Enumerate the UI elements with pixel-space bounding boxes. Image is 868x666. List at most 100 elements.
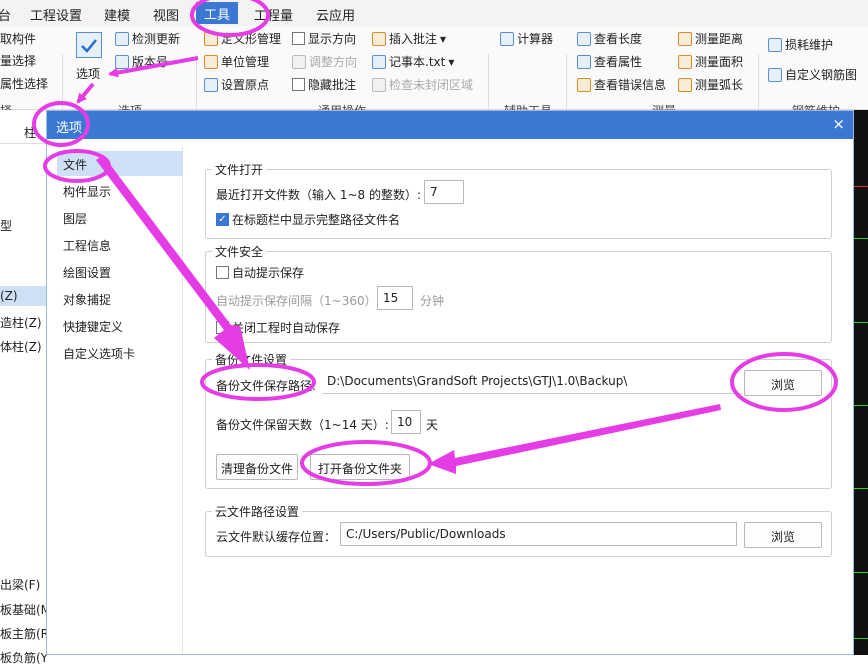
options-dialog: 选项 × 文件 构件显示 图层 工程信息 绘图设置 对象捕捉 快捷键定义 自定义… — [46, 110, 854, 655]
notepad-button[interactable]: 记事本.txt ▾ — [372, 53, 454, 70]
chevron-down-icon: ▾ — [448, 54, 455, 69]
menu-item-quantity[interactable]: 工程量 — [254, 5, 293, 24]
group-title: 文件打开 — [212, 161, 267, 178]
nav-item-component-display[interactable]: 构件显示 — [57, 178, 183, 203]
show-full-path-checkbox[interactable]: ✓ 在标题栏中显示完整路径文件名 — [216, 211, 400, 228]
group-title: 云文件路径设置 — [212, 503, 303, 520]
check-update-button[interactable]: 检测更新 — [115, 30, 180, 47]
notepad-icon — [372, 54, 386, 69]
keep-days-label: 备份文件保留天数（1~14 天）: — [216, 418, 389, 432]
backup-path-label: 备份文件保存路径: — [216, 379, 317, 393]
adjust-icon — [292, 54, 306, 69]
origin-icon — [204, 77, 218, 92]
close-icon[interactable]: × — [832, 115, 845, 133]
view-attribute-button[interactable]: 查看属性 — [577, 53, 642, 70]
auto-save-on-close-checkbox[interactable]: 关闭工程时自动保存 — [216, 319, 340, 336]
attribute-select-button[interactable]: 属性选择 — [0, 75, 48, 92]
batch-select-button[interactable]: 量选择 — [0, 52, 36, 69]
dialog-title-bar[interactable]: 选项 × — [47, 111, 853, 139]
browse-cloud-button[interactable]: 浏览 — [744, 522, 822, 548]
set-origin-button[interactable]: 设置原点 — [204, 76, 269, 93]
list-item[interactable]: 型 — [0, 217, 12, 234]
menu-item-tools[interactable]: 工具 — [196, 2, 239, 24]
list-item[interactable]: 出梁(F) — [0, 576, 40, 593]
group-file-open: 文件打开 最近打开文件数（输入 1~8 的整数）: 7 ✓ 在标题栏中显示完整路径… — [205, 161, 832, 239]
distance-icon — [678, 31, 692, 46]
unit-manage-button[interactable]: 单位管理 — [204, 53, 269, 70]
group-file-security: 文件安全 自动提示保存 自动提示保存间隔（1~360） 15 分钟 关闭工程时自… — [205, 243, 832, 343]
measure-arc-button[interactable]: 测量弧长 — [678, 76, 743, 93]
arc-icon — [678, 77, 692, 92]
keep-days-input[interactable]: 10 — [391, 410, 421, 434]
menu-item-modeling[interactable]: 建模 — [104, 5, 130, 24]
list-item[interactable]: (Z) — [0, 289, 18, 303]
check-unclosed-button[interactable]: 检查未封闭区域 — [372, 76, 473, 93]
nav-item-drawing-settings[interactable]: 绘图设置 — [57, 259, 183, 284]
nav-item-layer[interactable]: 图层 — [57, 205, 183, 230]
options-nav: 文件 构件显示 图层 工程信息 绘图设置 对象捕捉 快捷键定义 自定义选项卡 — [57, 147, 183, 653]
hide-annotation-checkbox[interactable]: 隐藏批注 — [292, 76, 356, 93]
nav-item-file[interactable]: 文件 — [57, 151, 183, 176]
list-item[interactable]: 板负筋(Y — [0, 649, 48, 666]
loss-icon — [768, 37, 782, 52]
checkmark-icon: ✓ — [216, 213, 229, 226]
measure-area-button[interactable]: 测量面积 — [678, 53, 743, 70]
calculator-button[interactable]: 计算器 — [500, 30, 553, 47]
recent-files-input[interactable]: 7 — [424, 180, 464, 204]
measure-distance-button[interactable]: 测量距离 — [678, 30, 743, 47]
group-cloud: 云文件路径设置 云文件默认缓存位置： C:/Users/Public/Downl… — [205, 503, 832, 557]
save-interval-label: 自动提示保存间隔（1~360） — [216, 294, 377, 308]
component-panel: 柱 型 (Z) 造柱(Z) 体柱(Z) 出梁(F) 板基础(M 板主筋(R) 板… — [0, 110, 54, 665]
nav-item-shortcut[interactable]: 快捷键定义 — [57, 313, 183, 338]
area-icon — [678, 54, 692, 69]
calculator-icon — [500, 31, 514, 46]
panel-text: 柱 — [24, 126, 37, 140]
shape-icon — [204, 31, 218, 46]
nav-item-project-info[interactable]: 工程信息 — [57, 232, 183, 257]
view-error-button[interactable]: 查看错误信息 — [577, 76, 666, 93]
list-item[interactable]: 体柱(Z) — [0, 338, 42, 355]
group-backup: 备份文件设置 备份文件保存路径: D:\Documents\GrandSoft … — [205, 351, 832, 489]
ribbon: 取构件 量选择 属性选择 择 选项 检测更新 版本号 选项 定义形管理 单位管理… — [0, 26, 868, 132]
nav-item-object-snap[interactable]: 对象捕捉 — [57, 286, 183, 311]
menu-item-project-settings[interactable]: 工程设置 — [30, 5, 82, 24]
show-direction-checkbox[interactable]: 显示方向 — [292, 30, 356, 47]
cloud-cache-input[interactable]: C:/Users/Public/Downloads — [340, 522, 737, 546]
nav-item-custom-tab[interactable]: 自定义选项卡 — [57, 340, 183, 365]
save-interval-input[interactable]: 15 — [377, 286, 413, 310]
interval-unit: 分钟 — [420, 294, 445, 308]
cloud-cache-label: 云文件默认缓存位置： — [216, 530, 337, 544]
error-icon — [577, 77, 591, 92]
clear-backup-button[interactable]: 清理备份文件 — [216, 454, 298, 480]
browse-backup-button[interactable]: 浏览 — [744, 370, 822, 396]
group-title: 文件安全 — [212, 243, 267, 260]
recent-files-label: 最近打开文件数（输入 1~8 的整数）: — [216, 188, 421, 202]
pick-component-button[interactable]: 取构件 — [0, 30, 36, 47]
info-icon — [115, 54, 129, 69]
custom-rebar-button[interactable]: 自定义钢筋图 — [768, 66, 857, 83]
chevron-down-icon: ▾ — [440, 31, 447, 46]
view-length-button[interactable]: 查看长度 — [577, 30, 642, 47]
options-icon — [76, 32, 102, 58]
loss-maintain-button[interactable]: 损耗维护 — [768, 36, 833, 53]
custom-shape-button[interactable]: 定义形管理 — [204, 30, 281, 47]
cad-canvas[interactable] — [852, 110, 868, 655]
options-button[interactable]: 选项 — [76, 65, 100, 82]
list-item[interactable]: 板基础(M — [0, 601, 51, 618]
keep-days-unit: 天 — [426, 418, 439, 432]
attribute-icon — [577, 54, 591, 69]
menu-bar: 台 工程设置 建模 视图 工具 工程量 云应用 — [0, 0, 868, 26]
backup-path-input[interactable]: D:\Documents\GrandSoft Projects\GTJ\1.0\… — [322, 370, 742, 394]
version-button[interactable]: 版本号 — [115, 53, 168, 70]
list-item[interactable]: 造柱(Z) — [0, 314, 42, 331]
refresh-icon — [115, 31, 129, 46]
auto-save-checkbox[interactable]: 自动提示保存 — [216, 264, 304, 281]
group-title: 备份文件设置 — [212, 351, 291, 368]
open-backup-folder-button[interactable]: 打开备份文件夹 — [310, 454, 410, 480]
insert-annotation-button[interactable]: 插入批注 ▾ — [372, 30, 446, 47]
menu-item-cloud[interactable]: 云应用 — [316, 5, 355, 24]
menu-item-view[interactable]: 视图 — [153, 5, 179, 24]
menu-item-home[interactable]: 台 — [0, 5, 11, 24]
rebar-icon — [768, 67, 782, 82]
adjust-direction-button[interactable]: 调整方向 — [292, 53, 357, 70]
